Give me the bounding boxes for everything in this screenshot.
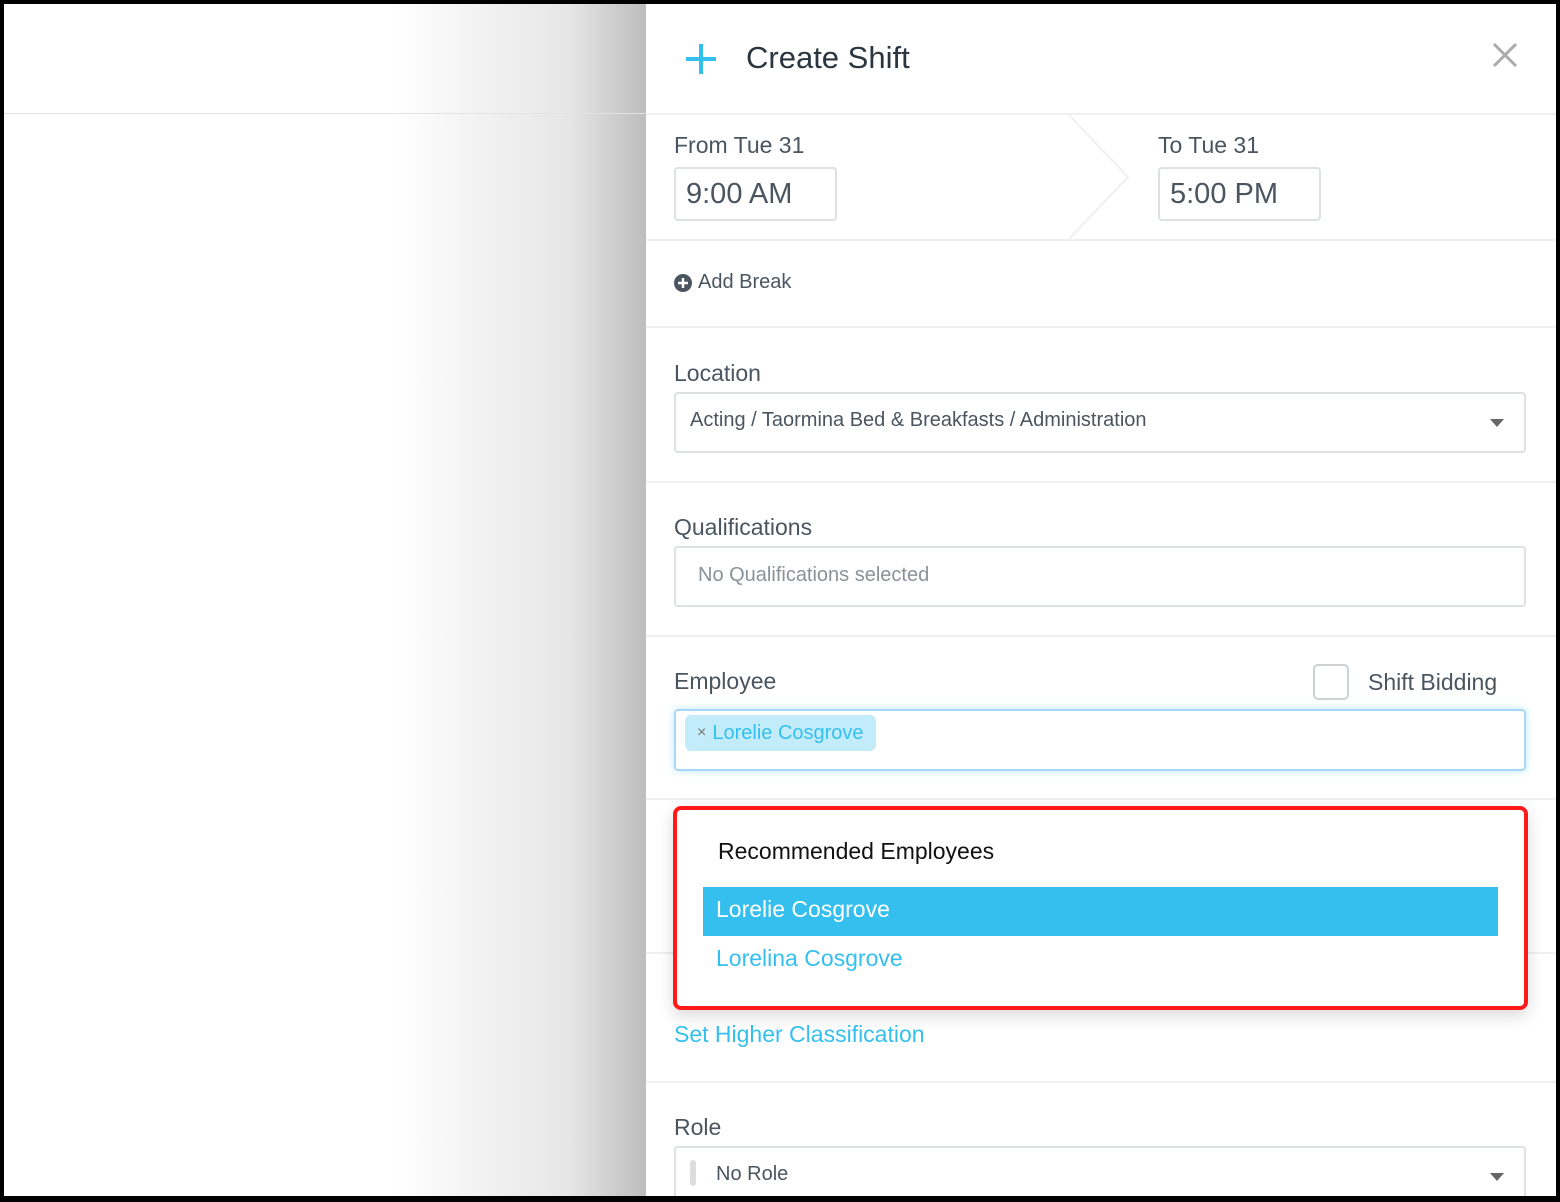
dropdown-heading: Recommended Employees [718,838,995,864]
shift-bidding-checkbox[interactable] [1313,664,1349,700]
app-frame: Create Shift From Tue 31 9:00 AM To Tue … [4,4,1556,1196]
close-icon[interactable] [1492,42,1518,68]
employee-input[interactable]: × Lorelie Cosgrove [674,709,1526,771]
location-label: Location [674,360,761,386]
background-page [4,4,646,1196]
set-higher-classification-link[interactable]: Set Higher Classification [674,1021,925,1048]
qualifications-label: Qualifications [674,514,813,540]
role-select[interactable]: No Role [674,1146,1526,1196]
chevron-down-icon [1490,1173,1504,1181]
add-break-label: Add Break [698,271,792,293]
from-label: From Tue 31 [674,132,805,158]
add-break-button[interactable]: Add Break [674,271,791,294]
divider [4,113,646,114]
employee-tag: × Lorelie Cosgrove [685,715,876,751]
employee-label: Employee [674,668,777,694]
qualifications-input[interactable]: No Qualifications selected [674,546,1526,607]
dropdown-option[interactable]: Lorelie Cosgrove [703,887,1498,936]
location-select[interactable]: Acting / Taormina Bed & Breakfasts / Adm… [674,392,1526,453]
arrow-divider [1067,114,1130,240]
plus-icon [686,44,716,74]
remove-tag-icon[interactable]: × [697,724,706,742]
employee-tag-label: Lorelie Cosgrove [712,721,864,744]
recommended-employees-dropdown: Recommended Employees Lorelie Cosgrove L… [673,806,1528,1010]
panel-title: Create Shift [746,40,910,75]
role-label: Role [674,1114,722,1140]
dropdown-option[interactable]: Lorelina Cosgrove [703,936,1498,985]
role-color-swatch [690,1160,696,1186]
role-value: No Role [716,1163,789,1185]
create-shift-panel: Create Shift From Tue 31 9:00 AM To Tue … [646,4,1556,1196]
to-label: To Tue 31 [1158,132,1260,158]
chevron-down-icon [1490,419,1504,427]
location-value: Acting / Taormina Bed & Breakfasts / Adm… [690,409,1147,431]
shift-bidding-label: Shift Bidding [1368,669,1498,695]
to-time-input[interactable]: 5:00 PM [1158,167,1321,221]
plus-circle-icon [674,273,692,292]
from-time-input[interactable]: 9:00 AM [674,167,837,221]
